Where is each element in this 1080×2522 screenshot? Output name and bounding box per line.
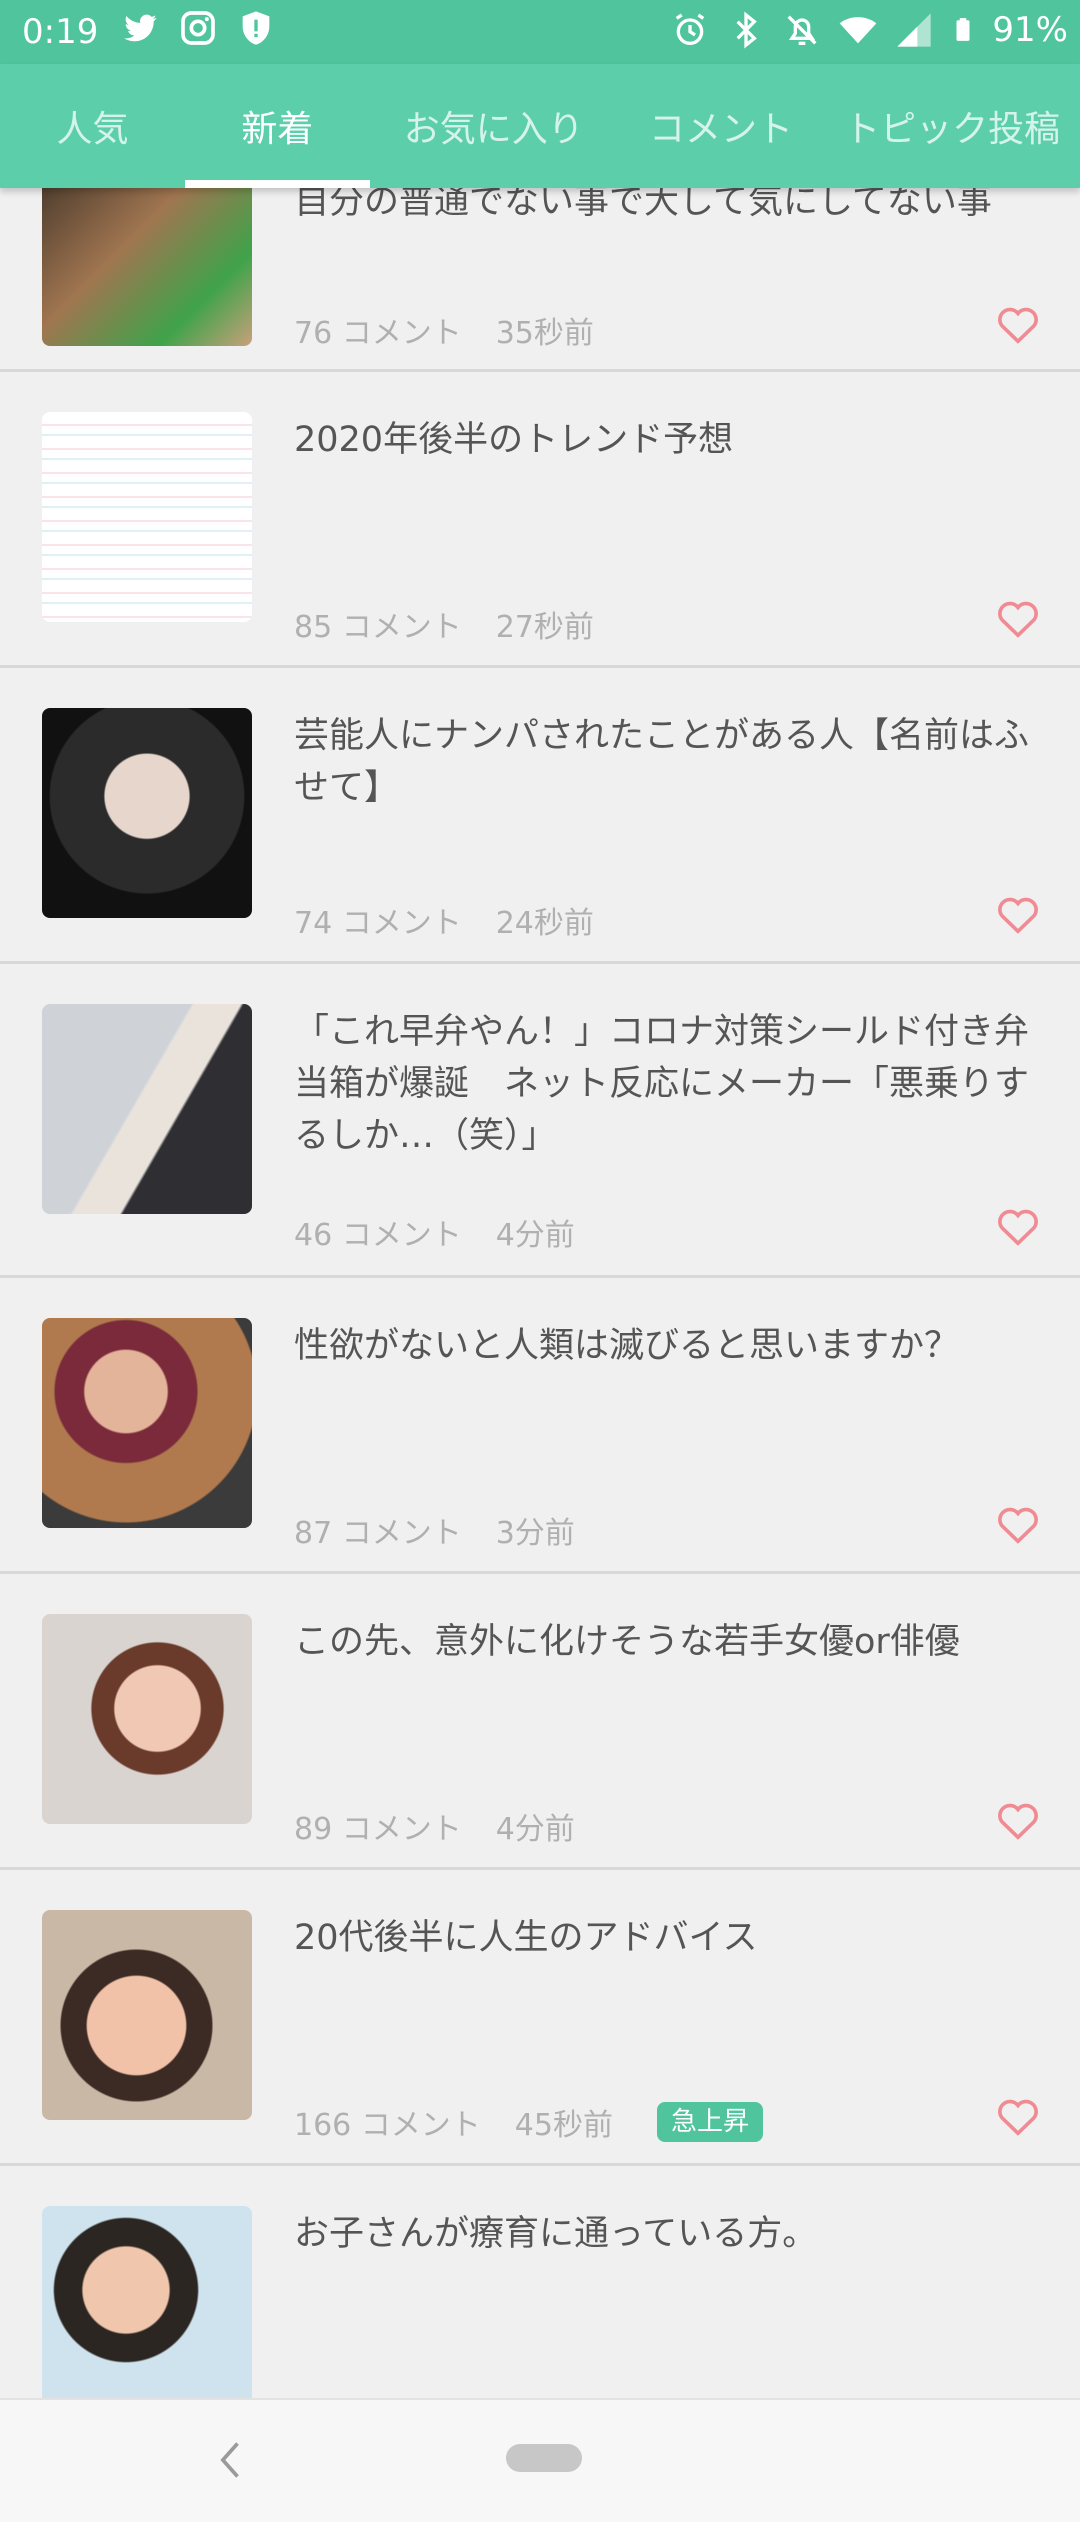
heart-icon[interactable] — [996, 1206, 1040, 1246]
heart-icon[interactable] — [996, 304, 1040, 344]
topic-thumbnail — [42, 1910, 252, 2120]
shield-alert-icon — [242, 11, 270, 45]
comment-count: 46 コメント — [294, 1218, 462, 1253]
comment-count: 74 コメント — [294, 906, 462, 941]
tab-post-topic[interactable]: トピック投稿 — [824, 64, 1080, 188]
list-item[interactable]: 20代後半に人生のアドバイス 166 コメント 45秒前 急上昇 — [0, 1870, 1080, 2166]
list-item[interactable]: 自分の普通でない事で大して気にしてない事 76 コメント 35秒前 — [0, 188, 1080, 372]
post-time: 35秒前 — [495, 316, 594, 351]
post-time: 4分前 — [495, 1812, 575, 1847]
mute-bell-icon — [787, 15, 817, 45]
comment-count: 87 コメント — [294, 1516, 462, 1551]
twitter-icon — [124, 14, 157, 42]
topic-title: 芸能人にナンパされたことがある人【名前はふせて】 — [294, 716, 1030, 808]
list-item[interactable]: 性欲がないと人類は滅びると思いますか？ 87 コメント 3分前 — [0, 1278, 1080, 1574]
battery-icon — [956, 18, 970, 41]
back-chevron-icon[interactable] — [210, 2438, 254, 2482]
comment-count: 85 コメント — [294, 610, 462, 645]
comment-count: 89 コメント — [294, 1812, 462, 1847]
topic-meta: 87 コメント 3分前 — [294, 1508, 575, 1552]
tab-new[interactable]: 新着 — [184, 64, 370, 188]
topic-title: 「これ早弁やん！」コロナ対策シールド付き弁当箱が爆誕 ネット反応にメーカー「悪乗… — [294, 1012, 1030, 1156]
comment-count: 166 コメント — [294, 2108, 481, 2143]
topic-title: 性欲がないと人類は滅びると思いますか？ — [294, 1326, 960, 1366]
topic-meta: 76 コメント 35秒前 — [294, 308, 594, 352]
wifi-icon — [840, 17, 877, 44]
topic-meta: 85 コメント 27秒前 — [294, 602, 594, 646]
list-item[interactable]: お子さんが療育に通っている方。 — [0, 2166, 1080, 2398]
status-bar: 0:19 91% — [0, 0, 1080, 64]
trending-badge: 急上昇 — [656, 2102, 763, 2142]
comment-count: 76 コメント — [294, 316, 462, 351]
signal-icon — [897, 13, 932, 47]
topic-meta: 46 コメント 4分前 — [294, 1210, 575, 1254]
post-time: 24秒前 — [495, 906, 594, 941]
post-time: 27秒前 — [495, 610, 594, 645]
status-time: 0:19 — [22, 12, 99, 52]
list-item[interactable]: 2020年後半のトレンド予想 85 コメント 27秒前 — [0, 372, 1080, 668]
topic-thumbnail — [42, 1318, 252, 1528]
instagram-icon — [181, 11, 215, 45]
topic-list: 自分の普通でない事で大して気にしてない事 76 コメント 35秒前 2020年後… — [0, 188, 1080, 2398]
list-item[interactable]: 「これ早弁やん！」コロナ対策シールド付き弁当箱が爆誕 ネット反応にメーカー「悪乗… — [0, 964, 1080, 1278]
heart-icon[interactable] — [996, 894, 1040, 934]
topic-thumbnail — [42, 188, 252, 346]
topic-title: 2020年後半のトレンド予想 — [294, 420, 734, 460]
list-item[interactable]: この先、意外に化けそうな若手女優or俳優 89 コメント 4分前 — [0, 1574, 1080, 1870]
tab-popular[interactable]: 人気 — [0, 64, 185, 188]
tab-comments[interactable]: コメント — [618, 64, 825, 188]
heart-icon[interactable] — [996, 598, 1040, 638]
tab-favorites[interactable]: お気に入り — [370, 64, 618, 188]
heart-icon[interactable] — [996, 2096, 1040, 2136]
topic-thumbnail — [42, 412, 252, 622]
system-nav-bar — [0, 2398, 1080, 2522]
alarm-icon — [676, 13, 705, 45]
battery-percent: 91% — [992, 10, 1068, 50]
home-pill-icon[interactable] — [506, 2444, 582, 2472]
topic-thumbnail — [42, 708, 252, 918]
topic-thumbnail — [42, 1004, 252, 1214]
heart-icon[interactable] — [996, 1504, 1040, 1544]
tab-bar: 人気 新着 お気に入り コメント トピック投稿 — [0, 64, 1080, 188]
topic-meta: 74 コメント 24秒前 — [294, 898, 594, 942]
topic-title: 20代後半に人生のアドバイス — [294, 1918, 758, 1958]
list-item[interactable]: 芸能人にナンパされたことがある人【名前はふせて】 74 コメント 24秒前 — [0, 668, 1080, 964]
post-time: 45秒前 — [514, 2108, 613, 2143]
topic-meta: 166 コメント 45秒前 急上昇 — [294, 2100, 763, 2144]
topic-title: 自分の普通でない事で大して気にしてない事 — [294, 188, 992, 222]
topic-title: お子さんが療育に通っている方。 — [294, 2214, 818, 2254]
heart-icon[interactable] — [996, 1800, 1040, 1840]
topic-title: この先、意外に化けそうな若手女優or俳優 — [294, 1622, 960, 1662]
post-time: 4分前 — [495, 1218, 575, 1253]
post-time: 3分前 — [495, 1516, 575, 1551]
topic-thumbnail — [42, 1614, 252, 1824]
bluetooth-icon — [736, 11, 758, 49]
topic-thumbnail — [42, 2206, 252, 2398]
topic-meta: 89 コメント 4分前 — [294, 1804, 575, 1848]
